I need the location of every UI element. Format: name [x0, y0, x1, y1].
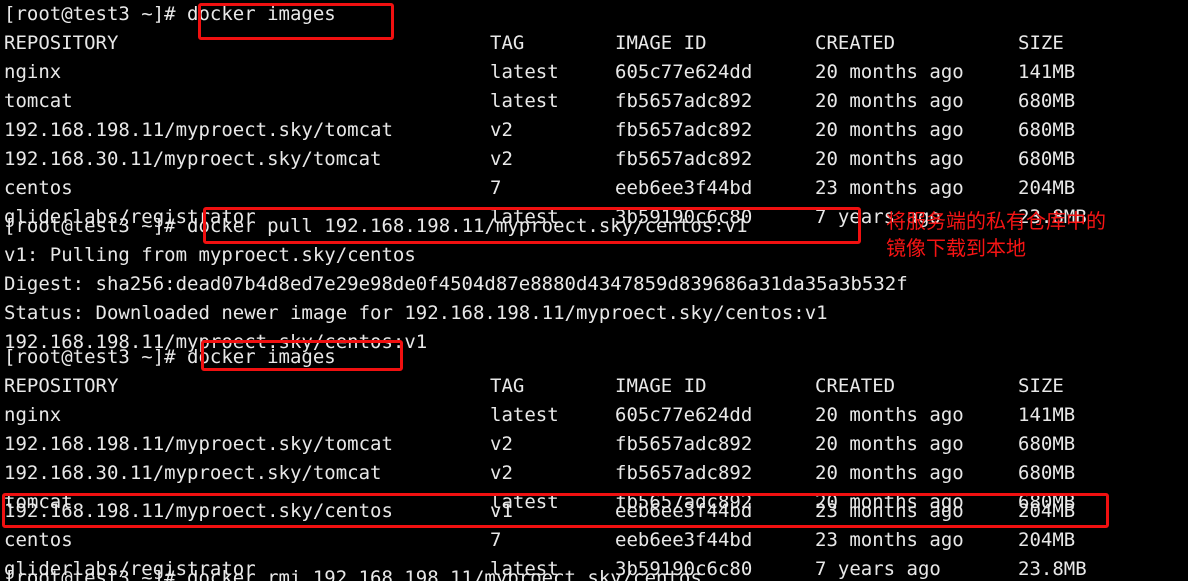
pull-output-digest: Digest: sha256:dead07b4d8ed7e29e98de0f45…: [0, 270, 1188, 299]
cell-repository: tomcat: [4, 90, 73, 112]
command-text-images-2[interactable]: docker images: [187, 346, 336, 368]
pull-output-status: Status: Downloaded newer image for 192.1…: [0, 299, 1188, 328]
cell-image-id: eeb6ee3f44bd: [615, 529, 753, 551]
table-row: nginx latest 605c77e624dd 20 months ago …: [0, 58, 1188, 87]
cell-size: 204MB: [1018, 529, 1076, 551]
cell-created: 20 months ago: [815, 462, 964, 484]
annotation-text-line-1: 将服务端的私有仓库中的: [886, 209, 1106, 233]
pull-pulling-text: v1: Pulling from myproect.sky/centos: [4, 244, 416, 266]
column-header-created: CREATED: [815, 32, 896, 54]
table-row: 192.168.30.11/myproect.sky/tomcat v2 fb5…: [0, 145, 1188, 174]
command-line-docker-images-2: [root@test3 ~]# docker images: [0, 343, 1188, 372]
cell-repository: nginx: [4, 404, 62, 426]
cell-created: 20 months ago: [815, 404, 964, 426]
shell-prompt-2: [root@test3 ~]# docker pull 192.168.198.…: [4, 215, 748, 237]
cell-created: 20 months ago: [815, 119, 964, 141]
cell-tag: latest: [490, 404, 559, 426]
cell-repository: 192.168.198.11/myproect.sky/tomcat: [4, 119, 393, 141]
cell-created: 20 months ago: [815, 148, 964, 170]
cell-size: 680MB: [1018, 148, 1076, 170]
column-header-image-id: IMAGE ID: [615, 32, 707, 54]
table-row: centos 7 eeb6ee3f44bd 23 months ago 204M…: [0, 526, 1188, 555]
column-header-repository: REPOSITORY: [4, 32, 119, 54]
column-header-tag: TAG: [490, 32, 525, 54]
cell-tag: v2: [490, 148, 513, 170]
table-row-highlighted: 192.168.198.11/myproect.sky/centos v1 ee…: [0, 497, 1188, 526]
cell-created: 23 months ago: [815, 529, 964, 551]
cell-tag: 7: [490, 529, 502, 551]
command-text-pull[interactable]: docker pull 192.168.198.11/myproect.sky/…: [187, 215, 748, 237]
cell-image-id: fb5657adc892: [615, 148, 753, 170]
table-row: nginx latest 605c77e624dd 20 months ago …: [0, 401, 1188, 430]
cell-image-id: fb5657adc892: [615, 119, 753, 141]
cell-repository: 192.168.198.11/myproect.sky/centos: [4, 500, 393, 522]
terminal-window[interactable]: [root@test3 ~]# docker images REPOSITORY…: [0, 0, 1188, 581]
cell-size: 680MB: [1018, 462, 1076, 484]
cell-repository: 192.168.30.11/myproect.sky/tomcat: [4, 148, 382, 170]
table-row: 192.168.30.11/myproect.sky/tomcat v2 fb5…: [0, 459, 1188, 488]
cell-image-id: fb5657adc892: [615, 90, 753, 112]
shell-prompt-3: [root@test3 ~]# docker images: [4, 346, 336, 368]
cell-size: 680MB: [1018, 90, 1076, 112]
cell-repository: 192.168.198.11/myproect.sky/tomcat: [4, 433, 393, 455]
pull-digest-text: Digest: sha256:dead07b4d8ed7e29e98de0f45…: [4, 273, 908, 295]
cell-tag: latest: [490, 90, 559, 112]
cell-image-id: fb5657adc892: [615, 433, 753, 455]
cell-tag: v1: [490, 500, 513, 522]
column-header-size: SIZE: [1018, 375, 1064, 397]
table-row: 192.168.198.11/myproect.sky/tomcat v2 fb…: [0, 430, 1188, 459]
table-row: tomcat latest fb5657adc892 20 months ago…: [0, 87, 1188, 116]
command-line-docker-images-1: [root@test3 ~]# docker images: [0, 0, 1188, 29]
cell-created: 23 months ago: [815, 500, 964, 522]
cell-size: 680MB: [1018, 433, 1076, 455]
cell-repository: nginx: [4, 61, 62, 83]
cell-image-id: 605c77e624dd: [615, 61, 753, 83]
cell-created: 20 months ago: [815, 433, 964, 455]
cell-tag: v2: [490, 433, 513, 455]
command-text-images-1[interactable]: docker images: [187, 3, 336, 25]
cell-size: 204MB: [1018, 500, 1076, 522]
cell-created: 20 months ago: [815, 90, 964, 112]
partial-command-text: [root@test3 ~]# docker rmi 192.168.198.1…: [4, 569, 702, 581]
table-header-1: REPOSITORY TAG IMAGE ID CREATED SIZE: [0, 29, 1188, 58]
partial-command-line: [root@test3 ~]# docker rmi 192.168.198.1…: [0, 569, 1188, 581]
cell-repository: centos: [4, 529, 73, 551]
column-header-tag: TAG: [490, 375, 525, 397]
cell-size: 680MB: [1018, 119, 1076, 141]
cell-image-id: 605c77e624dd: [615, 404, 753, 426]
annotation-text-line-2: 镜像下载到本地: [886, 236, 1026, 260]
cell-tag: v2: [490, 462, 513, 484]
column-header-image-id: IMAGE ID: [615, 375, 707, 397]
shell-prompt-1: [root@test3 ~]# docker images: [4, 3, 336, 25]
cell-size: 141MB: [1018, 404, 1076, 426]
pull-status-text: Status: Downloaded newer image for 192.1…: [4, 302, 828, 324]
cell-size: 141MB: [1018, 61, 1076, 83]
column-header-repository: REPOSITORY: [4, 375, 119, 397]
cell-created: 20 months ago: [815, 61, 964, 83]
cell-tag: latest: [490, 61, 559, 83]
cell-image-id: fb5657adc892: [615, 462, 753, 484]
cell-repository: 192.168.30.11/myproect.sky/tomcat: [4, 462, 382, 484]
cell-tag: v2: [490, 119, 513, 141]
cell-image-id: eeb6ee3f44bd: [615, 500, 753, 522]
column-header-created: CREATED: [815, 375, 896, 397]
column-header-size: SIZE: [1018, 32, 1064, 54]
table-header-2: REPOSITORY TAG IMAGE ID CREATED SIZE: [0, 372, 1188, 401]
table-row: 192.168.198.11/myproect.sky/tomcat v2 fb…: [0, 116, 1188, 145]
